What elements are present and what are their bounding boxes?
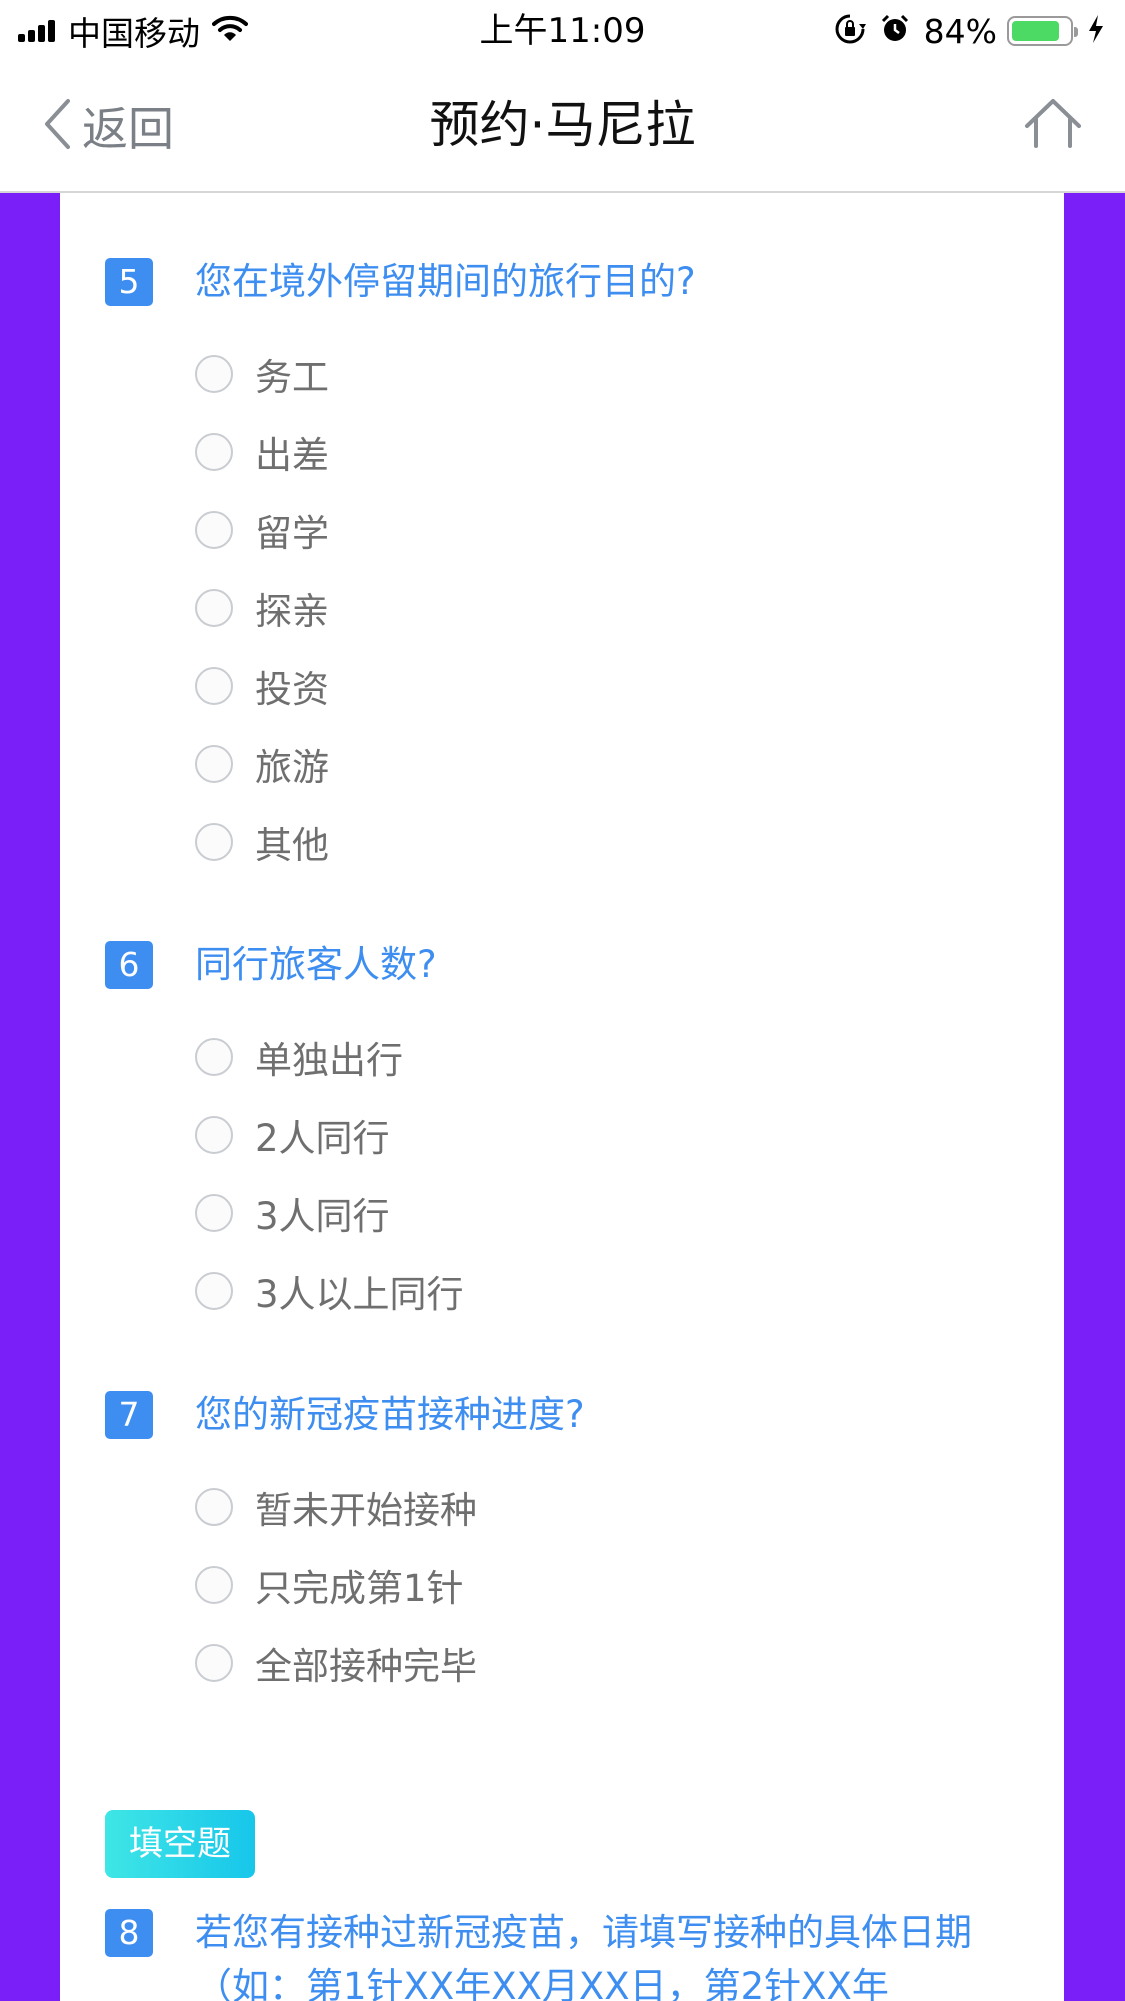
question-header: 5 您在境外停留期间的旅行目的? <box>105 255 1025 309</box>
question-number: 5 <box>105 258 153 306</box>
option-item[interactable]: 暂未开始接种 <box>195 1468 1025 1546</box>
option-label: 留学 <box>255 512 329 555</box>
radio-button[interactable] <box>195 1566 233 1604</box>
radio-button[interactable] <box>195 1194 233 1232</box>
option-label: 3人以上同行 <box>255 1273 464 1316</box>
radio-button[interactable] <box>195 1488 233 1526</box>
option-label: 3人同行 <box>255 1195 390 1238</box>
page-title: 预约·马尼拉 <box>429 96 696 154</box>
battery-percent: 84% <box>923 11 997 51</box>
option-item[interactable]: 探亲 <box>195 569 1025 647</box>
radio-button[interactable] <box>195 511 233 549</box>
radio-button[interactable] <box>195 355 233 393</box>
option-item[interactable]: 其他 <box>195 803 1025 881</box>
radio-button[interactable] <box>195 1038 233 1076</box>
option-item[interactable]: 只完成第1针 <box>195 1546 1025 1624</box>
option-label: 单独出行 <box>255 1039 403 1082</box>
radio-button[interactable] <box>195 667 233 705</box>
question-header: 6 同行旅客人数? <box>105 938 1025 992</box>
option-item[interactable]: 单独出行 <box>195 1018 1025 1096</box>
battery-icon <box>1007 16 1078 46</box>
option-list: 暂未开始接种 只完成第1针 全部接种完毕 <box>195 1468 1025 1702</box>
option-item[interactable]: 全部接种完毕 <box>195 1624 1025 1702</box>
battery-fill <box>1012 21 1060 41</box>
question-text: 您的新冠疫苗接种进度? <box>195 1393 585 1436</box>
option-item[interactable]: 3人以上同行 <box>195 1252 1025 1330</box>
option-item[interactable]: 3人同行 <box>195 1174 1025 1252</box>
option-label: 全部接种完毕 <box>255 1645 477 1688</box>
rotation-lock-icon <box>834 13 866 49</box>
home-icon <box>1023 99 1083 160</box>
question-number: 7 <box>105 1391 153 1439</box>
option-label: 只完成第1针 <box>255 1567 464 1610</box>
question-number: 8 <box>105 1909 153 1957</box>
navigation-bar: 返回 预约·马尼拉 <box>0 62 1125 193</box>
question-header: 7 您的新冠疫苗接种进度? <box>105 1388 1025 1442</box>
option-item[interactable]: 投资 <box>195 647 1025 725</box>
radio-button[interactable] <box>195 589 233 627</box>
option-item[interactable]: 2人同行 <box>195 1096 1025 1174</box>
option-item[interactable]: 出差 <box>195 413 1025 491</box>
option-item[interactable]: 旅游 <box>195 725 1025 803</box>
option-label: 其他 <box>255 824 329 867</box>
question-6: 6 同行旅客人数? 单独出行 2人同行 3人同行 3人以上同行 <box>105 938 1025 1330</box>
home-button[interactable] <box>1023 96 1083 156</box>
option-list: 单独出行 2人同行 3人同行 3人以上同行 <box>195 1018 1025 1330</box>
status-right: 84% <box>820 8 1105 54</box>
radio-button[interactable] <box>195 745 233 783</box>
option-item[interactable]: 留学 <box>195 491 1025 569</box>
question-8: 8 若您有接种过新冠疫苗，请填写接种的具体日期（如：第1针XX年XX月XX日，第… <box>105 1906 1025 2001</box>
option-label: 暂未开始接种 <box>255 1489 477 1532</box>
question-number: 6 <box>105 941 153 989</box>
option-label: 旅游 <box>255 746 329 789</box>
alarm-icon <box>880 14 910 48</box>
status-bar: 中国移动 上午11:09 84% <box>0 0 1125 62</box>
option-item[interactable]: 务工 <box>195 335 1025 413</box>
radio-button[interactable] <box>195 1644 233 1682</box>
radio-button[interactable] <box>195 1116 233 1154</box>
radio-button[interactable] <box>195 823 233 861</box>
radio-button[interactable] <box>195 1272 233 1310</box>
radio-button[interactable] <box>195 433 233 471</box>
option-label: 务工 <box>255 356 329 399</box>
option-label: 探亲 <box>255 590 329 633</box>
question-text: 若您有接种过新冠疫苗，请填写接种的具体日期（如：第1针XX年XX月XX日，第2针… <box>195 1911 972 2001</box>
option-label: 投资 <box>255 668 329 711</box>
option-list: 务工 出差 留学 探亲 投资 旅游 其他 <box>195 335 1025 881</box>
fill-in-section-badge: 填空题 <box>105 1810 255 1878</box>
survey-card: 5 您在境外停留期间的旅行目的? 务工 出差 留学 探亲 投资 旅游 其他 6 … <box>60 193 1064 2001</box>
question-7: 7 您的新冠疫苗接种进度? 暂未开始接种 只完成第1针 全部接种完毕 <box>105 1388 1025 1702</box>
option-label: 出差 <box>255 434 329 477</box>
charging-icon <box>1087 14 1105 48</box>
question-5: 5 您在境外停留期间的旅行目的? 务工 出差 留学 探亲 投资 旅游 其他 <box>105 255 1025 881</box>
option-label: 2人同行 <box>255 1117 390 1160</box>
question-text: 您在境外停留期间的旅行目的? <box>195 260 696 303</box>
question-text: 同行旅客人数? <box>195 943 437 986</box>
question-header: 8 若您有接种过新冠疫苗，请填写接种的具体日期（如：第1针XX年XX月XX日，第… <box>105 1906 1025 2001</box>
